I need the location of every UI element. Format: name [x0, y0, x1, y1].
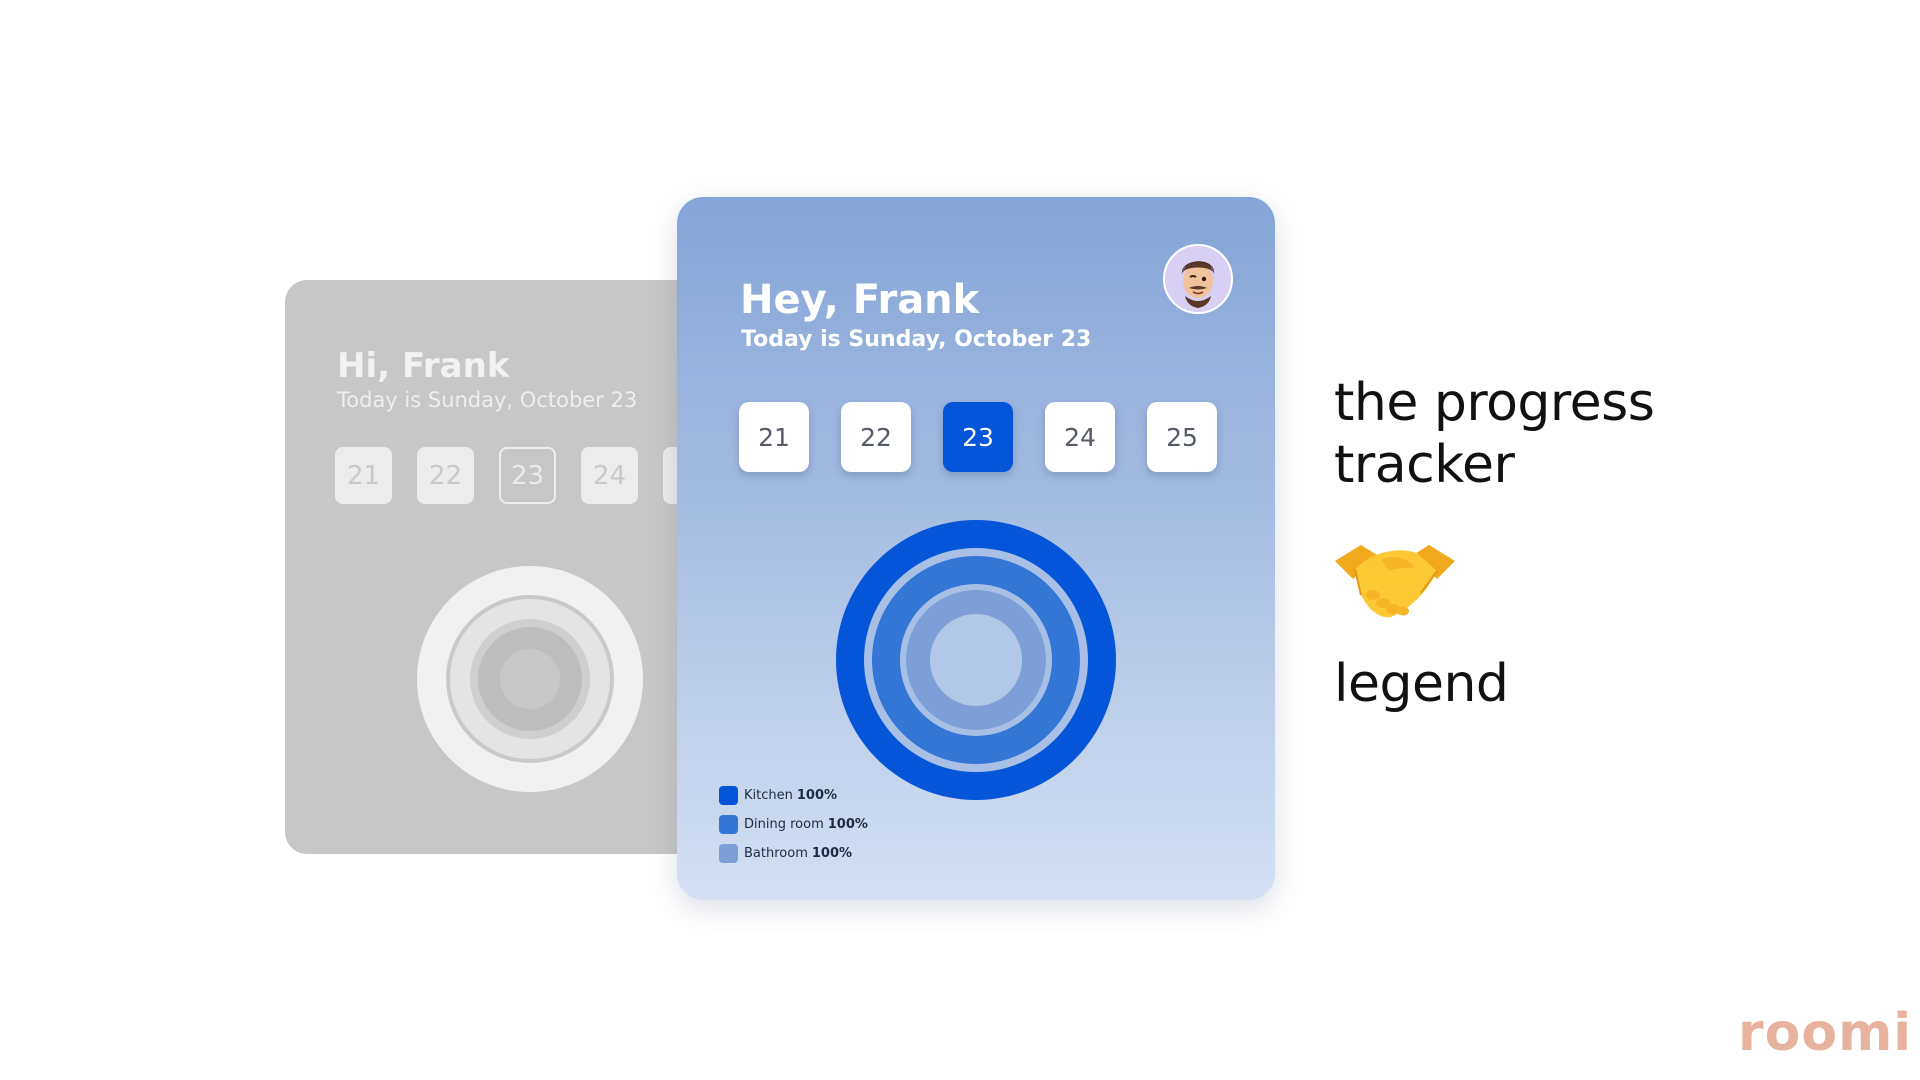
- back-ring-center: [500, 649, 560, 709]
- legend-label: Kitchen: [744, 788, 793, 803]
- legend-value: 100%: [796, 788, 838, 803]
- brand-logo: roomi: [1738, 1003, 1913, 1063]
- legend-label: Dining room: [744, 817, 824, 832]
- back-progress-rings: [417, 566, 643, 792]
- legend-value: 100%: [827, 817, 868, 832]
- back-date-line: Today is Sunday, October 23: [337, 388, 638, 412]
- avatar[interactable]: [1163, 244, 1233, 314]
- back-day: 21: [335, 447, 392, 504]
- handshake-emoji-icon: [1335, 545, 1455, 618]
- back-day-selector: 21 22 23 24: [335, 447, 705, 504]
- back-day: 24: [581, 447, 638, 504]
- day-button[interactable]: 22: [841, 402, 911, 472]
- headline: the progress tracker: [1334, 373, 1655, 495]
- legend-item-bathroom: Bathroom 100%: [719, 839, 868, 868]
- date-subtitle: Today is Sunday, October 23: [741, 327, 1092, 352]
- progress-tracker-card: Hey, Frank Today is Sunday, October 23 2…: [677, 197, 1275, 900]
- ring-center: [930, 614, 1022, 706]
- back-day: 22: [417, 447, 474, 504]
- legend-label: Bathroom: [744, 846, 808, 861]
- day-button[interactable]: 21: [739, 402, 809, 472]
- legend-value: 100%: [811, 846, 853, 861]
- legend-item-dining-room: Dining room 100%: [719, 810, 868, 839]
- day-button[interactable]: 25: [1147, 402, 1217, 472]
- legend-swatch: [719, 786, 738, 805]
- greeting-title: Hey, Frank: [740, 277, 980, 323]
- back-greeting: Hi, Frank: [337, 346, 510, 386]
- progress-rings: [836, 520, 1116, 800]
- memoji-avatar-icon: [1181, 261, 1215, 308]
- back-card: Hi, Frank Today is Sunday, October 23 21…: [285, 280, 705, 854]
- legend-swatch: [719, 844, 738, 863]
- legend-item-kitchen: Kitchen 100%: [719, 781, 868, 810]
- back-day-selected: 23: [499, 447, 556, 504]
- day-button-selected[interactable]: 23: [943, 402, 1013, 472]
- day-selector: 21 22 23 24 25: [739, 402, 1217, 472]
- subheadline: legend: [1334, 654, 1509, 714]
- day-button[interactable]: 24: [1045, 402, 1115, 472]
- chart-legend: Kitchen 100% Dining room 100% Bathroom 1…: [719, 781, 868, 868]
- legend-swatch: [719, 815, 738, 834]
